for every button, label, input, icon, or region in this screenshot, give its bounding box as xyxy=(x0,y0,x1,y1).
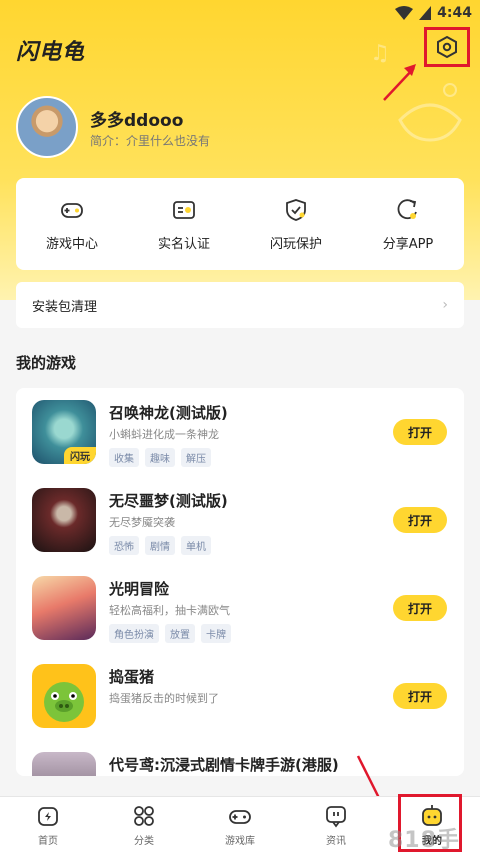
quick-action-game-center[interactable]: 游戏中心 xyxy=(16,178,128,270)
quick-action-real-name[interactable]: 实名认证 xyxy=(128,178,240,270)
game-tags: 收集 趣味 解压 xyxy=(109,448,211,467)
game-tags: 角色扮演 放置 卡牌 xyxy=(109,624,231,643)
flash-play-badge: 闪玩 xyxy=(64,447,96,464)
tab-news[interactable]: 资讯 xyxy=(288,797,384,853)
game-item[interactable]: 代号鸢:沉浸式剧情卡牌手游(港服) xyxy=(16,740,464,776)
game-item[interactable]: 光明冒险 轻松高福利，抽卡满欧气 角色扮演 放置 卡牌 打开 xyxy=(16,564,464,652)
bottom-tab-bar: 首页 分类 游戏库 资讯 我的 xyxy=(0,796,480,853)
tab-label: 资讯 xyxy=(326,835,346,847)
gamepad-icon xyxy=(61,202,83,218)
game-tag: 角色扮演 xyxy=(109,624,159,643)
game-tag: 恐怖 xyxy=(109,536,139,555)
tab-label: 首页 xyxy=(38,835,58,847)
status-time: 4:44 xyxy=(437,5,472,21)
quick-action-label: 分享APP xyxy=(382,236,434,252)
app-title: 闪电龟 xyxy=(16,40,86,65)
nightmare-game-icon xyxy=(32,488,96,552)
profile-bio-label: 简介： xyxy=(90,134,127,148)
id-card-icon xyxy=(173,200,195,219)
tab-label: 我的 xyxy=(422,835,442,847)
game-item[interactable]: 捣蛋猪 捣蛋猪反击的时候到了 打开 xyxy=(16,652,464,740)
category-icon xyxy=(134,805,154,826)
quick-actions-card: 游戏中心 实名认证 闪玩保护 分享APP xyxy=(16,178,464,270)
game-name: 召唤神龙(测试版) xyxy=(109,404,228,422)
profile-name[interactable]: 多多ddooo xyxy=(90,106,183,131)
game-tag: 趣味 xyxy=(145,448,175,467)
mine-icon xyxy=(422,804,442,826)
avatar[interactable] xyxy=(16,96,78,158)
yuan-game-icon xyxy=(32,752,96,776)
game-name: 光明冒险 xyxy=(109,580,170,598)
dragon-game-icon: 闪玩 xyxy=(32,400,96,464)
signal-icon xyxy=(419,6,432,20)
package-cleanup-row[interactable]: 安装包清理 › xyxy=(16,282,464,328)
news-icon xyxy=(326,805,346,827)
home-icon xyxy=(38,806,58,826)
game-desc: 轻松高福利，抽卡满欧气 xyxy=(109,604,230,617)
profile-bio: 简介：介里什么也没有 xyxy=(90,132,210,149)
tab-home[interactable]: 首页 xyxy=(0,797,96,853)
game-desc: 小蝌蚪进化成一条神龙 xyxy=(109,428,219,441)
game-name: 无尽噩梦(测试版) xyxy=(109,492,228,510)
tab-label: 分类 xyxy=(134,835,154,847)
chevron-right-icon: › xyxy=(442,297,448,313)
game-tag: 剧情 xyxy=(145,536,175,555)
settings-hex-icon xyxy=(437,35,457,59)
quick-action-label: 闪玩保护 xyxy=(269,236,322,252)
tab-category[interactable]: 分类 xyxy=(96,797,192,853)
settings-button[interactable] xyxy=(424,27,470,67)
quick-action-share[interactable]: 分享APP xyxy=(352,178,464,270)
svg-text:♫: ♫ xyxy=(370,41,390,66)
game-tags: 恐怖 剧情 单机 xyxy=(109,536,211,555)
game-tag: 收集 xyxy=(109,448,139,467)
tab-label: 游戏库 xyxy=(225,835,255,847)
open-game-button[interactable]: 打开 xyxy=(393,419,447,445)
pig-face-icon xyxy=(44,682,84,722)
game-tag: 单机 xyxy=(181,536,211,555)
shield-icon xyxy=(286,198,306,221)
game-name: 代号鸢:沉浸式剧情卡牌手游(港服) xyxy=(109,756,339,774)
quick-action-label: 实名认证 xyxy=(157,236,210,252)
share-icon xyxy=(397,198,417,219)
bright-adventure-game-icon xyxy=(32,576,96,640)
status-bar: 4:44 xyxy=(0,0,480,26)
quick-action-protect[interactable]: 闪玩保护 xyxy=(240,178,352,270)
wifi-icon xyxy=(395,6,414,20)
tab-game-library[interactable]: 游戏库 xyxy=(192,797,288,853)
open-game-button[interactable]: 打开 xyxy=(393,683,447,709)
open-game-button[interactable]: 打开 xyxy=(393,507,447,533)
quick-action-label: 游戏中心 xyxy=(45,236,98,252)
my-games-title: 我的游戏 xyxy=(16,354,77,372)
package-cleanup-label: 安装包清理 xyxy=(32,299,98,315)
game-desc: 无尽梦魇突袭 xyxy=(109,516,175,529)
game-tag: 放置 xyxy=(165,624,195,643)
profile-bio-text: 介里什么也没有 xyxy=(126,134,211,148)
game-tag: 卡牌 xyxy=(201,624,231,643)
game-item[interactable]: 无尽噩梦(测试版) 无尽梦魇突袭 恐怖 剧情 单机 打开 xyxy=(16,476,464,564)
open-game-button[interactable]: 打开 xyxy=(393,595,447,621)
game-name: 捣蛋猪 xyxy=(109,668,155,686)
game-desc: 捣蛋猪反击的时候到了 xyxy=(109,692,219,705)
my-games-list: 闪玩 召唤神龙(测试版) 小蝌蚪进化成一条神龙 收集 趣味 解压 打开 无尽噩梦… xyxy=(16,388,464,776)
tab-mine[interactable]: 我的 xyxy=(384,797,480,853)
game-tag: 解压 xyxy=(181,448,211,467)
bad-piggies-game-icon xyxy=(32,664,96,728)
game-item[interactable]: 闪玩 召唤神龙(测试版) 小蝌蚪进化成一条神龙 收集 趣味 解压 打开 xyxy=(16,388,464,476)
game-library-icon xyxy=(229,809,251,824)
